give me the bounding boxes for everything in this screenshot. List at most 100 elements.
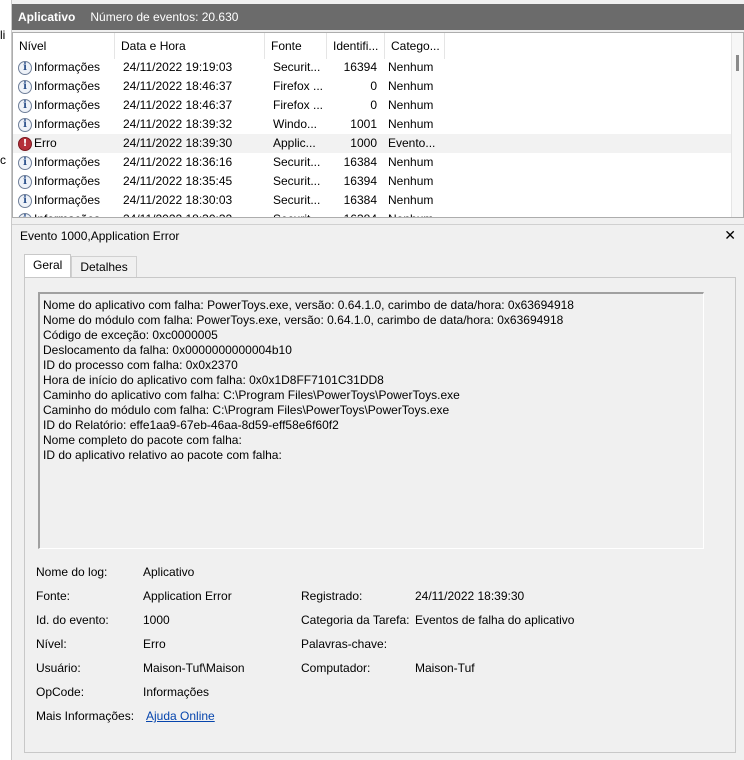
- source-value: Application Error: [143, 589, 232, 603]
- event-category-cell: Nenhum: [388, 155, 434, 169]
- tab-general[interactable]: Geral: [24, 254, 72, 278]
- event-date-cell: 24/11/2022 19:19:03: [123, 60, 233, 74]
- event-list[interactable]: Nível Data e Hora Fonte Identifi... Cate…: [12, 32, 744, 218]
- event-level-cell: iInformações: [13, 172, 115, 191]
- close-icon[interactable]: ✕: [724, 227, 736, 244]
- event-row[interactable]: ! Erro 24/11/2022 18:39:30 Applic... 1000 Eve…: [13, 134, 733, 153]
- event-level-text: Informações: [34, 155, 101, 169]
- column-header-level[interactable]: Nível: [13, 33, 115, 59]
- event-date-cell: 24/11/2022 18:30:03: [123, 193, 233, 207]
- source-label: Fonte:: [36, 589, 71, 603]
- event-row[interactable]: i Informações 24/11/2022 18:36:16 Securit..…: [13, 153, 733, 172]
- level-value: Erro: [143, 637, 166, 651]
- event-id-cell: 16384: [327, 210, 383, 217]
- computer-label: Computador:: [301, 661, 371, 675]
- event-id-cell: 16384: [343, 155, 377, 169]
- event-row[interactable]: i Informações 24/11/2022 18:46:37 Firefox .…: [13, 96, 733, 115]
- scrollbar-thumb[interactable]: [736, 55, 739, 71]
- information-icon: i: [18, 79, 32, 94]
- description-line: Caminho do aplicativo com falha: C:\Prog…: [43, 388, 460, 402]
- navigation-pane-edge: li c: [0, 0, 12, 760]
- event-category-cell: Nenhum: [388, 79, 434, 93]
- tab-details[interactable]: Detalhes: [71, 256, 137, 278]
- event-row[interactable]: iInformações24/11/2022 18:30:32Securit..…: [13, 210, 733, 217]
- event-count: Número de eventos: 20.630: [90, 10, 239, 24]
- event-row[interactable]: i Informações 24/11/2022 18:39:32 Windo... 1…: [13, 115, 733, 134]
- description-line: Deslocamento da falha: 0x0000000000004b1…: [43, 343, 292, 357]
- event-category-cell: Nenhum: [388, 98, 434, 112]
- information-icon: i: [18, 212, 32, 217]
- log-name-value: Aplicativo: [143, 565, 195, 579]
- keywords-label: Palavras-chave:: [301, 637, 388, 651]
- description-line: Código de exceção: 0xc0000005: [43, 328, 218, 342]
- detail-tabs: Geral Detalhes: [24, 254, 137, 278]
- information-icon: i: [18, 155, 32, 170]
- event-id-cell: 16394: [343, 174, 377, 188]
- event-id-cell: 1000: [350, 136, 377, 150]
- event-row[interactable]: i Informações 24/11/2022 19:19:03 Securit..…: [13, 58, 733, 77]
- online-help-link[interactable]: Ajuda Online: [146, 709, 215, 723]
- information-icon: i: [18, 117, 32, 132]
- event-date-cell: 24/11/2022 18:39:32: [123, 117, 233, 131]
- event-list-header: Nível Data e Hora Fonte Identifi... Cate…: [13, 33, 445, 59]
- event-date-cell: 24/11/2022 18:36:16: [123, 155, 233, 169]
- event-id-cell: 1001: [350, 117, 377, 131]
- event-row[interactable]: i Informações 24/11/2022 18:46:37 Firefox .…: [13, 77, 733, 96]
- event-category-cell: Nenhum: [388, 174, 434, 188]
- event-level-text: Informações: [34, 60, 101, 74]
- logged-value: 24/11/2022 18:39:30: [415, 589, 525, 603]
- event-date-cell: 24/11/2022 18:39:30: [123, 136, 233, 150]
- column-header-event-id[interactable]: Identifi...: [327, 33, 385, 59]
- event-category-cell: Nenhum: [388, 117, 434, 131]
- information-icon: i: [18, 193, 32, 208]
- event-category-cell: Evento...: [388, 136, 436, 150]
- description-line: Caminho do módulo com falha: C:\Program …: [43, 403, 450, 417]
- event-level-text: Erro: [34, 136, 57, 150]
- event-level-text: Informações: [34, 174, 101, 188]
- event-row[interactable]: i Informações 24/11/2022 18:30:03 Securit..…: [13, 191, 733, 210]
- log-name-label: Nome do log:: [36, 565, 108, 579]
- event-level-text: Informações: [34, 98, 101, 112]
- event-level-text: Informações: [34, 117, 101, 131]
- opcode-value: Informações: [143, 685, 210, 699]
- event-date-cell: 24/11/2022 18:46:37: [123, 98, 233, 112]
- log-header: Aplicativo Número de eventos: 20.630: [12, 4, 744, 30]
- column-header-category[interactable]: Catego...: [385, 33, 445, 59]
- description-line: Hora de início do aplicativo com falha: …: [43, 373, 384, 387]
- log-title: Aplicativo: [18, 10, 76, 24]
- event-source-cell: Securit...: [265, 210, 327, 217]
- event-id-cell: 0: [370, 98, 377, 112]
- user-value: Maison-Tuf\Maison: [143, 661, 245, 675]
- event-level-cell: iInformações: [13, 115, 115, 134]
- column-header-date[interactable]: Data e Hora: [115, 33, 265, 59]
- event-source-cell: Applic...: [273, 136, 316, 150]
- task-category-label: Categoria da Tarefa:: [301, 613, 410, 627]
- column-header-source[interactable]: Fonte: [265, 33, 327, 59]
- event-level-cell: iInformações: [13, 77, 115, 96]
- event-description-box[interactable]: Nome do aplicativo com falha: PowerToys.…: [38, 292, 704, 549]
- event-row[interactable]: i Informações 24/11/2022 18:35:45 Securit..…: [13, 172, 733, 191]
- more-info-label: Mais Informações:: [36, 709, 135, 723]
- event-list-scrollbar[interactable]: [731, 33, 743, 217]
- event-date-cell: 24/11/2022 18:30:32: [115, 210, 265, 217]
- description-line: ID do processo com falha: 0x0x2370: [43, 358, 238, 372]
- opcode-label: OpCode:: [36, 685, 85, 699]
- event-id-cell: 16384: [343, 193, 377, 207]
- description-line: ID do Relatório: effe1aa9-67eb-46aa-8d59…: [43, 418, 339, 432]
- event-level-text: Informações: [34, 79, 101, 93]
- user-label: Usuário:: [36, 661, 81, 675]
- event-rows: i Informações 24/11/2022 19:19:03 Securit..…: [13, 58, 733, 217]
- event-id-cell: 16394: [343, 60, 377, 74]
- event-category-cell: Nenhum: [383, 210, 443, 217]
- event-source-cell: Firefox ...: [273, 98, 324, 112]
- event-source-cell: Securit...: [273, 174, 321, 188]
- description-line: Nome do aplicativo com falha: PowerToys.…: [43, 298, 574, 312]
- event-level-cell: iInformações: [13, 191, 115, 210]
- event-detail-title: Evento 1000,Application Error: [20, 228, 180, 243]
- description-line: ID do aplicativo relativo ao pacote com …: [43, 448, 282, 462]
- logged-label: Registrado:: [301, 589, 363, 603]
- event-level-text: Informações: [34, 193, 101, 207]
- information-icon: i: [18, 174, 32, 189]
- event-level-cell: iInformações: [13, 153, 115, 172]
- event-id-value: 1000: [143, 613, 170, 627]
